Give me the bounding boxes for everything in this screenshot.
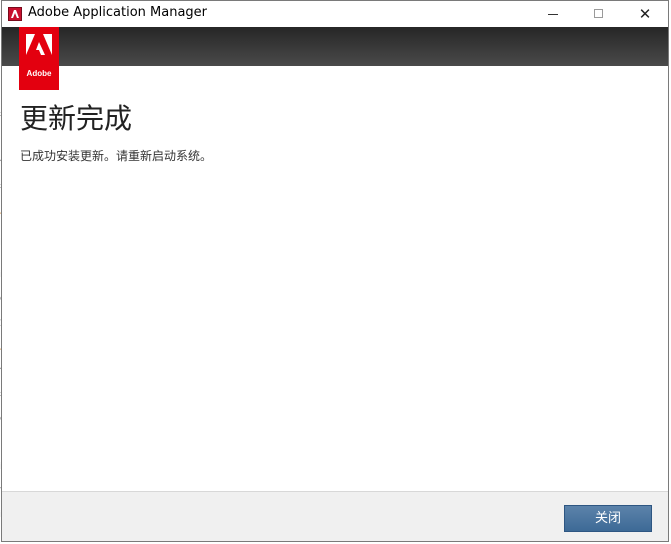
adobe-logo-text: Adobe [26,69,52,78]
adobe-logo-icon [26,34,52,55]
header-banner [2,27,668,66]
page-title: 更新完成 [20,102,133,135]
close-button[interactable]: 关闭 [564,505,652,532]
title-bar[interactable]: Adobe Application Manager ✕ [2,1,668,27]
adobe-application-manager-window: Adobe Application Manager ✕ Adobe 更新完成 已… [1,0,669,542]
close-window-button[interactable]: ✕ [622,1,668,27]
maximize-button[interactable] [576,1,622,27]
window-title: Adobe Application Manager [28,5,208,20]
status-message: 已成功安装更新。请重新启动系统。 [20,149,213,163]
minimize-button[interactable] [530,1,576,27]
footer-bar: 关闭 [2,491,668,541]
minimize-icon [548,14,558,15]
adobe-logo: Adobe [19,27,59,90]
adobe-app-icon [8,7,22,21]
close-icon: ✕ [638,5,652,23]
maximize-icon [594,9,603,18]
